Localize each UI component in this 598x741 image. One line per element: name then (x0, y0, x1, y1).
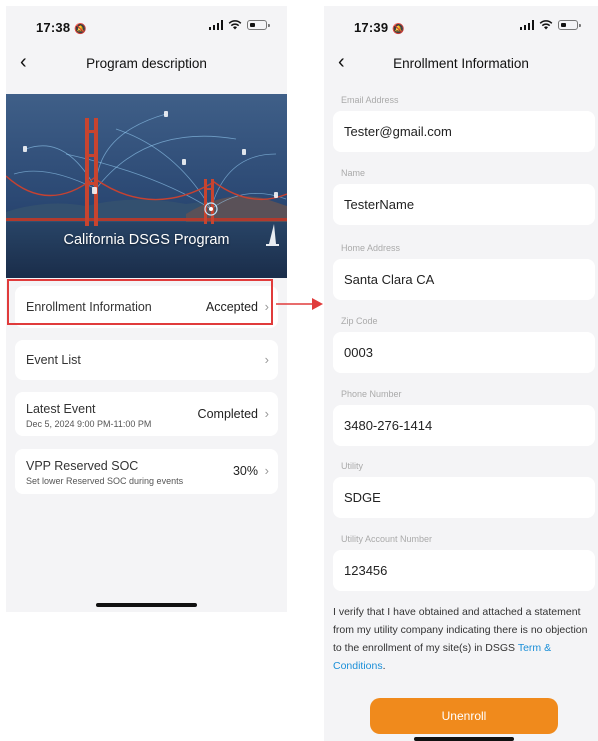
name-value: TesterName (344, 197, 415, 212)
verification-statement: I verify that I have obtained and attach… (333, 606, 588, 672)
phone-number-value: 3480-276-1414 (344, 418, 433, 433)
wifi-icon (539, 20, 553, 30)
page-title: Enrollment Information (393, 56, 529, 71)
unenroll-button[interactable]: Unenroll (370, 698, 558, 734)
home-address-field[interactable]: Santa Clara CA (333, 259, 595, 300)
row-label: Latest Event (26, 402, 96, 416)
chevron-right-icon: › (264, 406, 269, 421)
home-address-label: Home Address (341, 243, 401, 253)
arrow-right-icon (276, 298, 323, 310)
zip-code-label: Zip Code (341, 316, 378, 326)
signal-icon (208, 20, 223, 30)
email-value: Tester@gmail.com (344, 124, 452, 139)
page-title: Program description (86, 56, 207, 71)
event-list-row[interactable]: Event List › (15, 340, 278, 380)
row-label: Event List (26, 353, 81, 367)
name-field[interactable]: TesterName (333, 184, 595, 225)
battery-icon (558, 20, 581, 30)
status-icons (208, 20, 270, 30)
nav-bar: ‹ Enrollment Information (324, 48, 598, 78)
status-time: 17:38 🔕 (36, 20, 87, 35)
utility-value: SDGE (344, 490, 381, 505)
phone-number-field[interactable]: 3480-276-1414 (333, 405, 595, 446)
utility-account-number-label: Utility Account Number (341, 534, 433, 544)
status-icons (519, 20, 581, 30)
status-bar: 17:38 🔕 (6, 6, 287, 46)
utility-label: Utility (341, 461, 363, 471)
nav-bar: ‹ Program description (6, 48, 287, 78)
latest-event-time: Dec 5, 2024 9:00 PM-11:00 PM (26, 419, 152, 429)
battery-icon (247, 20, 270, 30)
program-title: California DSGS Program (63, 232, 230, 248)
program-banner: California DSGS Program (6, 94, 287, 278)
bell-slash-icon: 🔕 (392, 24, 405, 35)
zip-code-field[interactable]: 0003 (333, 332, 595, 373)
status-bar: 17:39 🔕 (324, 6, 598, 46)
signal-icon (519, 20, 534, 30)
home-indicator (414, 737, 514, 741)
phone-number-label: Phone Number (341, 389, 402, 399)
latest-event-status: Completed (197, 407, 258, 421)
home-indicator (96, 603, 197, 607)
wifi-icon (228, 20, 242, 30)
enrollment-information-screen: 17:39 🔕 ‹ Enrollment Information Email Ad… (324, 6, 598, 741)
name-label: Name (341, 168, 366, 178)
utility-field[interactable]: SDGE (333, 477, 595, 518)
email-label: Email Address (341, 95, 399, 105)
row-label: VPP Reserved SOC (26, 459, 139, 473)
bell-slash-icon: 🔕 (74, 24, 87, 35)
zip-code-value: 0003 (344, 345, 373, 360)
vpp-reserved-soc-row[interactable]: VPP Reserved SOC Set lower Reserved SOC … (15, 449, 278, 494)
email-field[interactable]: Tester@gmail.com (333, 111, 595, 152)
reserved-soc-value: 30% (232, 464, 258, 478)
chevron-right-icon: › (264, 463, 269, 478)
chevron-right-icon: › (264, 352, 269, 367)
utility-account-number-value: 123456 (344, 563, 388, 578)
enrollment-highlight-box (7, 279, 273, 325)
golden-gate-illustration (6, 94, 287, 278)
vpp-reserved-soc-description: Set lower Reserved SOC during events (26, 476, 184, 486)
home-address-value: Santa Clara CA (344, 272, 435, 287)
latest-event-row[interactable]: Latest Event Dec 5, 2024 9:00 PM-11:00 P… (15, 392, 278, 436)
status-time: 17:39 🔕 (354, 20, 405, 35)
utility-account-number-field[interactable]: 123456 (333, 550, 595, 591)
